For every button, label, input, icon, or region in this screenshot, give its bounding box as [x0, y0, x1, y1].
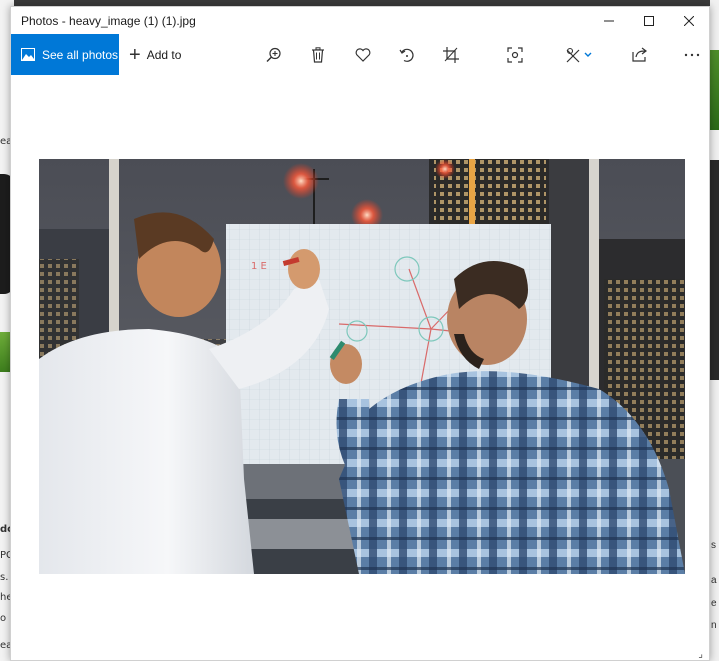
enhance-icon: [507, 46, 523, 63]
background-text: n: [711, 620, 717, 631]
minimize-button[interactable]: [589, 7, 629, 34]
maximize-button[interactable]: [629, 7, 669, 34]
title-bar[interactable]: Photos - heavy_image (1) (1).jpg: [11, 7, 709, 34]
rotate-button[interactable]: [392, 34, 422, 75]
zoom-in-button[interactable]: [259, 34, 289, 75]
background-text: a: [711, 575, 717, 586]
share-button[interactable]: [625, 34, 655, 75]
more-icon: [684, 53, 700, 56]
minimize-icon: [604, 20, 614, 21]
see-all-photos-button[interactable]: See all photos: [11, 34, 119, 75]
close-icon: [684, 15, 694, 26]
close-button[interactable]: [669, 7, 709, 34]
favorite-icon: [355, 47, 371, 62]
photo-gallery-icon: [21, 48, 35, 61]
favorite-button[interactable]: [348, 34, 378, 75]
enhance-button[interactable]: [500, 34, 530, 75]
background-right-window: s a e n: [710, 0, 719, 661]
delete-icon: [312, 46, 324, 63]
maximize-icon: [644, 15, 654, 26]
add-to-button[interactable]: + Add to: [129, 34, 181, 75]
background-image-dark: [710, 160, 719, 380]
photo-illustration: 1 E: [39, 159, 685, 574]
photo-viewer-stage[interactable]: 1 E ⌟: [11, 75, 709, 660]
toolbar: See all photos + Add to: [11, 34, 709, 75]
edit-icon: [566, 47, 592, 62]
crop-button[interactable]: [436, 34, 466, 75]
background-image-green: [710, 50, 719, 130]
window-controls: [589, 7, 709, 34]
plus-icon: +: [129, 43, 141, 66]
edit-and-create-button[interactable]: [561, 34, 601, 75]
window-title: Photos - heavy_image (1) (1).jpg: [21, 13, 196, 28]
zoom-in-icon: [266, 47, 281, 62]
resize-grip-icon[interactable]: ⌟: [698, 649, 703, 660]
crop-icon: [443, 46, 459, 63]
whiteboard-writing: 1 E: [251, 261, 267, 272]
photos-window: Photos - heavy_image (1) (1).jpg See all…: [10, 6, 710, 661]
photo-image[interactable]: 1 E: [39, 159, 685, 574]
more-options-button[interactable]: [677, 34, 707, 75]
see-all-photos-label: See all photos: [42, 47, 119, 62]
delete-button[interactable]: [303, 34, 333, 75]
share-icon: [632, 47, 647, 62]
background-text: e: [711, 598, 717, 609]
background-text: s: [711, 540, 716, 551]
rotate-icon: [399, 48, 414, 62]
add-to-label: Add to: [146, 47, 182, 62]
